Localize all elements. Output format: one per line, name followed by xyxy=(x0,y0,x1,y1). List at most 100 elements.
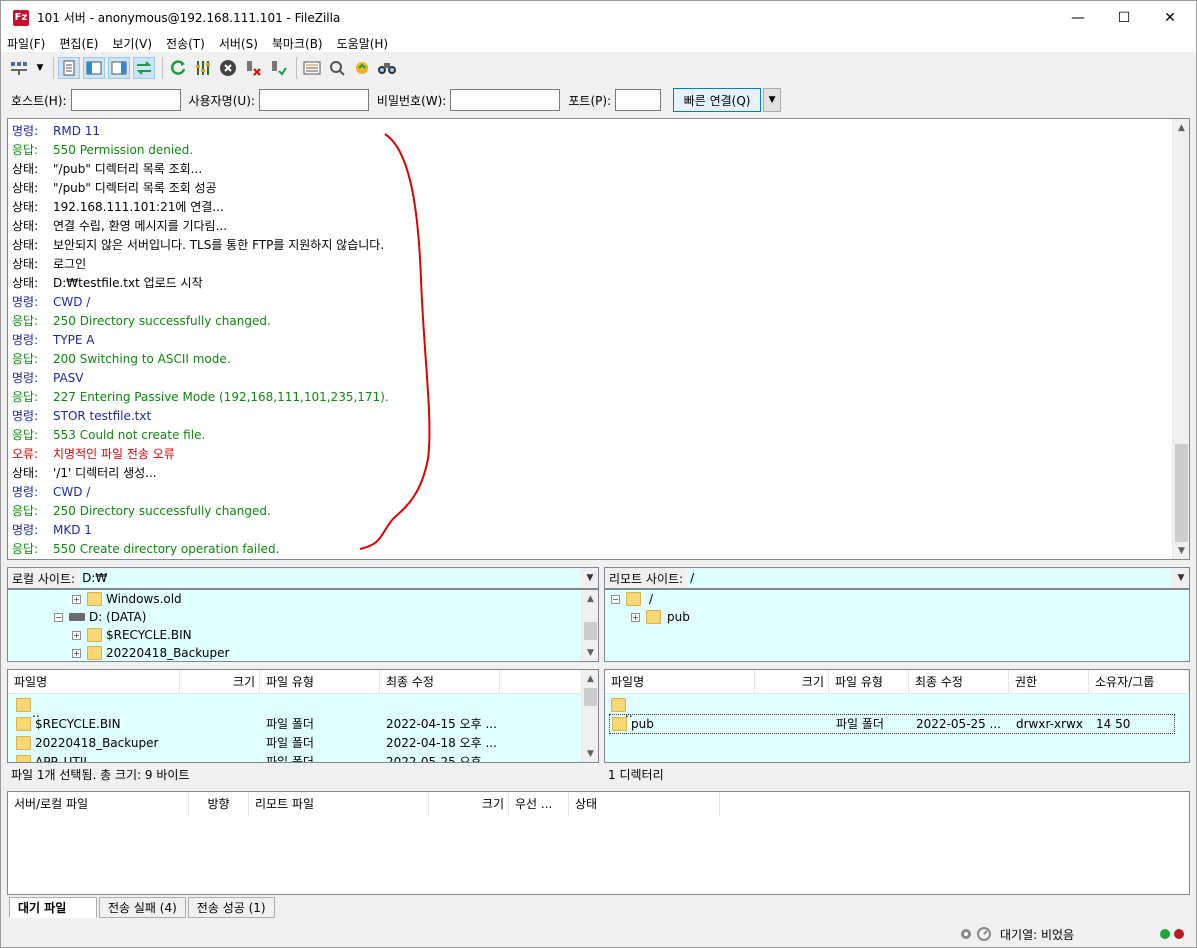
cancel-operation-icon[interactable] xyxy=(217,57,239,79)
process-queue-icon[interactable] xyxy=(192,57,214,79)
list-item[interactable]: .. xyxy=(605,695,1189,720)
col-remote-file[interactable]: 리모트 파일 xyxy=(249,792,429,816)
tree-item[interactable]: + Windows.old xyxy=(72,590,182,608)
log-line: 상태: 로그인 xyxy=(12,255,86,274)
disconnect-icon[interactable] xyxy=(242,57,264,79)
log-message: 250 Directory successfully changed. xyxy=(53,314,271,328)
local-list-scrollbar[interactable]: ▲ ▼ xyxy=(581,670,598,762)
toggle-log-icon[interactable] xyxy=(58,57,80,79)
site-manager-dropdown-icon[interactable]: ▼ xyxy=(34,57,46,79)
col-status[interactable]: 상태 xyxy=(569,792,720,816)
gear-icon[interactable] xyxy=(958,926,974,942)
scroll-down-icon[interactable]: ▼ xyxy=(1173,542,1189,559)
list-item[interactable]: APP_UTIL 파일 폴더 2022-05-25 오후 xyxy=(8,752,582,762)
username-input[interactable] xyxy=(258,89,369,111)
maximize-button[interactable]: ☐ xyxy=(1101,1,1147,34)
folder-icon xyxy=(87,628,102,642)
log-line: 응답: 250 Directory successfully changed. xyxy=(12,502,271,521)
log-scrollbar[interactable]: ▲ ▼ xyxy=(1172,119,1189,559)
menu-transfer[interactable]: 전송(T) xyxy=(166,35,205,52)
tab-successful-transfers[interactable]: 전송 성공 (1) xyxy=(187,897,275,918)
menu-bar: 파일(F) 편집(E) 보기(V) 전송(T) 서버(S) 북마크(B) 도움말… xyxy=(1,34,1196,52)
col-filename[interactable]: 파일명 xyxy=(8,670,180,694)
menu-edit[interactable]: 편집(E) xyxy=(59,35,98,52)
speed-limit-icon[interactable] xyxy=(976,926,992,942)
toggle-remote-tree-icon[interactable] xyxy=(108,57,130,79)
scroll-down-icon[interactable]: ▼ xyxy=(582,745,598,762)
log-type: 명령: xyxy=(12,333,39,347)
directory-listing-filters-icon[interactable] xyxy=(301,57,323,79)
close-button[interactable]: ✕ xyxy=(1147,1,1193,34)
tree-item[interactable]: + $RECYCLE.BIN xyxy=(72,626,192,644)
password-input[interactable] xyxy=(450,89,561,111)
reconnect-icon[interactable] xyxy=(267,57,289,79)
menu-file[interactable]: 파일(F) xyxy=(7,35,45,52)
col-permissions[interactable]: 권한 xyxy=(1009,670,1089,694)
col-type[interactable]: 파일 유형 xyxy=(829,670,909,694)
scroll-thumb[interactable] xyxy=(584,688,597,706)
menu-view[interactable]: 보기(V) xyxy=(112,35,152,52)
site-manager-icon[interactable] xyxy=(9,57,31,79)
host-input[interactable] xyxy=(70,89,181,111)
col-size[interactable]: 크기 xyxy=(755,670,829,694)
log-type: 상태: xyxy=(12,181,39,195)
list-item[interactable]: .. xyxy=(8,695,582,720)
log-type: 상태: xyxy=(12,200,39,214)
log-line: 상태: "/pub" 디렉터리 목록 조회 성공 xyxy=(12,179,217,198)
menu-help[interactable]: 도움말(H) xyxy=(337,35,389,52)
col-modified[interactable]: 최종 수정 xyxy=(909,670,1009,694)
remote-file-list: 파일명 크기 파일 유형 최종 수정 권한 소유자/그룹 .. pub 파일 폴… xyxy=(604,669,1190,763)
chevron-down-icon[interactable]: ▼ xyxy=(582,569,598,587)
log-type: 응답: xyxy=(12,143,39,157)
scroll-up-icon[interactable]: ▲ xyxy=(582,590,598,607)
log-line: 응답: 553 Could not create file. xyxy=(12,426,205,445)
refresh-icon[interactable] xyxy=(167,57,189,79)
col-direction[interactable]: 방향 xyxy=(189,792,249,816)
col-modified[interactable]: 최종 수정 xyxy=(380,670,500,694)
col-server-local-file[interactable]: 서버/로컬 파일 xyxy=(8,792,189,816)
quickconnect-dropdown-icon[interactable]: ▼ xyxy=(763,88,782,112)
col-filename[interactable]: 파일명 xyxy=(605,670,755,694)
tree-item[interactable]: + pub xyxy=(631,608,690,626)
log-line: 응답: 550 Permission denied. xyxy=(12,141,193,160)
tree-item[interactable]: − D: (DATA) xyxy=(54,608,146,626)
tab-queued-files[interactable]: 대기 파일 xyxy=(9,897,97,918)
list-item[interactable]: pub 파일 폴더 2022-05-25 ... drwxr-xrwx 14 5… xyxy=(609,714,1175,734)
scroll-thumb[interactable] xyxy=(1175,444,1188,542)
scroll-up-icon[interactable]: ▲ xyxy=(582,670,598,687)
log-line: 응답: 250 Directory successfully changed. xyxy=(12,312,271,331)
quickconnect-button[interactable]: 빠른 연결(Q) xyxy=(673,88,762,112)
list-item[interactable]: 20220418_Backuper 파일 폴더 2022-04-18 오후 ..… xyxy=(8,733,582,753)
menu-server[interactable]: 서버(S) xyxy=(219,35,258,52)
folder-icon xyxy=(626,592,641,606)
remote-path-input[interactable]: / xyxy=(687,569,1171,587)
col-size[interactable]: 크기 xyxy=(429,792,509,816)
toggle-queue-icon[interactable] xyxy=(133,57,155,79)
log-line: 명령: PASV xyxy=(12,369,84,388)
menu-bookmarks[interactable]: 북마크(B) xyxy=(272,35,323,52)
tab-failed-transfers[interactable]: 전송 실패 (4) xyxy=(99,897,186,918)
col-owner-group[interactable]: 소유자/그룹 xyxy=(1089,670,1189,694)
scroll-thumb[interactable] xyxy=(584,622,597,640)
minimize-button[interactable]: — xyxy=(1055,1,1101,34)
col-size[interactable]: 크기 xyxy=(180,670,260,694)
port-input[interactable] xyxy=(615,89,662,111)
scroll-down-icon[interactable]: ▼ xyxy=(582,644,598,661)
local-tree-scrollbar[interactable]: ▲ ▼ xyxy=(581,590,598,661)
log-type: 상태: xyxy=(12,276,39,290)
search-remote-files-icon[interactable] xyxy=(376,57,398,79)
log-line: 상태: 보안되지 않은 서버입니다. TLS를 통한 FTP를 지원하지 않습니다… xyxy=(12,236,384,255)
toggle-local-tree-icon[interactable] xyxy=(83,57,105,79)
synchronized-browsing-icon[interactable] xyxy=(351,57,373,79)
local-path-input[interactable]: D:₩ xyxy=(79,569,580,587)
col-type[interactable]: 파일 유형 xyxy=(260,670,380,694)
col-priority[interactable]: 우선 ... xyxy=(509,792,569,816)
toolbar-separator xyxy=(53,57,54,79)
chevron-down-icon[interactable]: ▼ xyxy=(1173,569,1189,587)
compare-directories-icon[interactable] xyxy=(326,57,348,79)
tree-item[interactable]: − / xyxy=(611,590,653,608)
list-item[interactable]: $RECYCLE.BIN 파일 폴더 2022-04-15 오후 ... xyxy=(8,714,582,734)
scroll-up-icon[interactable]: ▲ xyxy=(1173,119,1189,136)
log-line: 상태: '/1' 디렉터리 생성... xyxy=(12,464,157,483)
tree-item[interactable]: +20220418_Backuper xyxy=(72,644,229,661)
